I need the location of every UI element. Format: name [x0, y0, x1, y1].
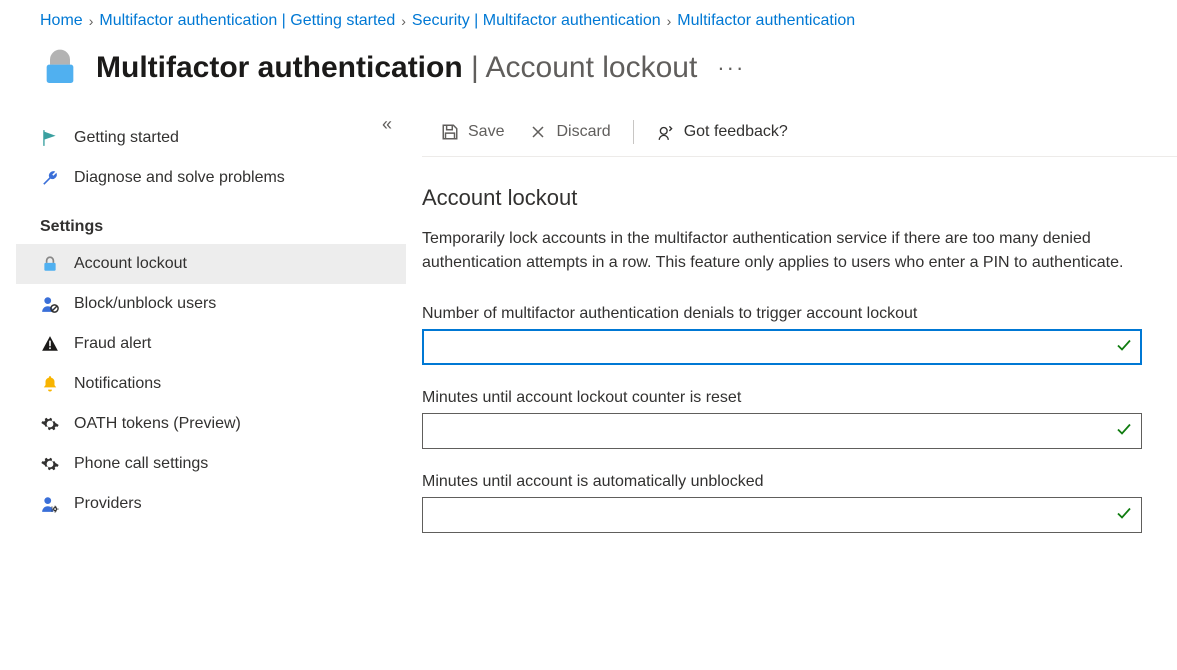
flag-icon	[40, 128, 60, 148]
sidebar-section-settings: Settings	[16, 198, 406, 244]
warning-icon	[40, 334, 60, 354]
collapse-sidebar-button[interactable]: «	[382, 114, 392, 135]
main-content: Save Discard Got feedback? Account locko…	[406, 108, 1177, 577]
field-label: Number of multifactor authentication den…	[422, 305, 1142, 323]
page-title: Multifactor authentication | Account loc…	[96, 51, 697, 85]
field-label: Minutes until account lockout counter is…	[422, 389, 1142, 407]
sidebar-item-label: Notifications	[74, 375, 161, 393]
minutes-reset-input[interactable]	[422, 413, 1142, 449]
feedback-label: Got feedback?	[684, 123, 788, 141]
user-gear-icon	[40, 494, 60, 514]
sidebar-item-label: Getting started	[74, 129, 179, 147]
close-icon	[528, 122, 548, 142]
sidebar-item-label: Block/unblock users	[74, 295, 216, 313]
section-description: Temporarily lock accounts in the multifa…	[422, 227, 1142, 305]
discard-label: Discard	[556, 123, 610, 141]
check-icon	[1116, 422, 1132, 441]
save-button[interactable]: Save	[430, 118, 514, 146]
sidebar-item-label: Fraud alert	[74, 335, 151, 353]
sidebar-item-account-lockout[interactable]: Account lockout	[16, 244, 406, 284]
check-icon	[1116, 338, 1132, 357]
breadcrumb: Home › Multifactor authentication | Gett…	[0, 0, 1177, 38]
sidebar-item-phone-call-settings[interactable]: Phone call settings	[16, 444, 406, 484]
lock-icon	[40, 48, 80, 88]
field-denials-count: Number of multifactor authentication den…	[422, 305, 1142, 365]
sidebar-item-fraud-alert[interactable]: Fraud alert	[16, 324, 406, 364]
minutes-unblock-input[interactable]	[422, 497, 1142, 533]
user-block-icon	[40, 294, 60, 314]
lock-icon	[40, 254, 60, 274]
save-icon	[440, 122, 460, 142]
more-menu-button[interactable]: ···	[717, 55, 745, 81]
check-icon	[1116, 506, 1132, 525]
field-label: Minutes until account is automatically u…	[422, 473, 1142, 491]
feedback-icon	[656, 122, 676, 142]
sidebar-item-label: OATH tokens (Preview)	[74, 415, 241, 433]
gear-icon	[40, 414, 60, 434]
sidebar-item-label: Account lockout	[74, 255, 187, 273]
feedback-button[interactable]: Got feedback?	[646, 118, 798, 146]
field-minutes-unblock: Minutes until account is automatically u…	[422, 473, 1142, 533]
gear-icon	[40, 454, 60, 474]
breadcrumb-mfa-getting-started[interactable]: Multifactor authentication | Getting sta…	[99, 12, 395, 30]
sidebar-item-providers[interactable]: Providers	[16, 484, 406, 524]
breadcrumb-separator: ›	[667, 13, 672, 29]
breadcrumb-security-mfa[interactable]: Security | Multifactor authentication	[412, 12, 661, 30]
sidebar-item-diagnose[interactable]: Diagnose and solve problems	[16, 158, 406, 198]
sidebar: « Getting started Diagnose and solve pro…	[16, 108, 406, 577]
page-header: Multifactor authentication | Account loc…	[0, 38, 1177, 108]
breadcrumb-mfa[interactable]: Multifactor authentication	[677, 12, 855, 30]
sidebar-item-label: Providers	[74, 495, 142, 513]
sidebar-item-getting-started[interactable]: Getting started	[16, 118, 406, 158]
field-minutes-reset: Minutes until account lockout counter is…	[422, 389, 1142, 449]
sidebar-item-block-unblock[interactable]: Block/unblock users	[16, 284, 406, 324]
sidebar-item-label: Diagnose and solve problems	[74, 169, 285, 187]
section-title: Account lockout	[422, 157, 1177, 227]
save-label: Save	[468, 123, 504, 141]
bell-icon	[40, 374, 60, 394]
breadcrumb-home[interactable]: Home	[40, 12, 83, 30]
breadcrumb-separator: ›	[89, 13, 94, 29]
toolbar: Save Discard Got feedback?	[422, 108, 1177, 157]
discard-button[interactable]: Discard	[518, 118, 620, 146]
sidebar-item-oath-tokens[interactable]: OATH tokens (Preview)	[16, 404, 406, 444]
sidebar-item-notifications[interactable]: Notifications	[16, 364, 406, 404]
toolbar-divider	[633, 120, 634, 144]
sidebar-item-label: Phone call settings	[74, 455, 208, 473]
denials-count-input[interactable]	[422, 329, 1142, 365]
breadcrumb-separator: ›	[401, 13, 406, 29]
wrench-icon	[40, 168, 60, 188]
